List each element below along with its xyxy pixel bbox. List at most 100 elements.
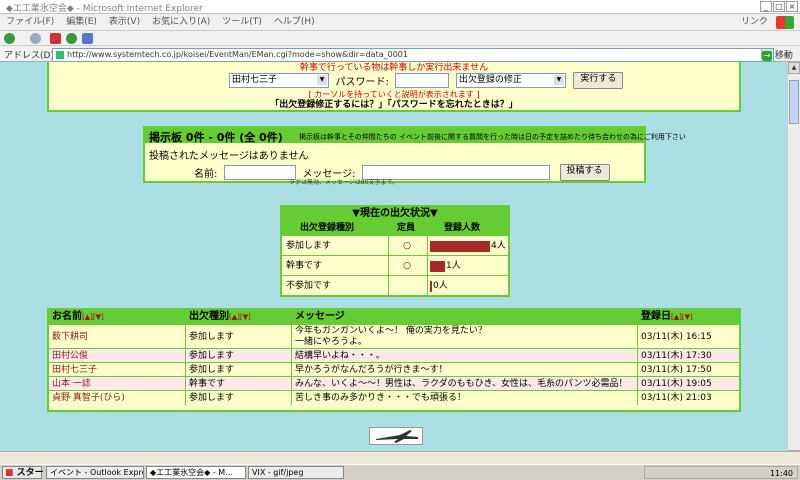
status-type: 参加します [286, 241, 332, 251]
count-bar [430, 260, 445, 272]
menu-view[interactable]: 表示(V) [109, 14, 140, 31]
page-icon [56, 51, 64, 59]
row-name[interactable]: 田村公俊 [49, 349, 185, 363]
action-select[interactable]: 出欠登録の修正 [455, 73, 566, 88]
row-message: みんな、いくよ～～！男性は、ラクダのももひき、女性は、毛糸のパンツ必需品！ [291, 377, 637, 391]
airplane-logo-icon[interactable] [369, 427, 423, 445]
status-capacity [388, 276, 425, 296]
maximize-button[interactable]: □ [773, 1, 785, 12]
system-tray: 11:40 [644, 466, 798, 479]
taskbar: ■ スタート イベント - Outlook Expre... ◆エ工業氷空会◆ … [0, 464, 800, 480]
page-content: 幹事で行っている物は幹事しか実行出来ません 田村七三子 パスワード: 出欠登録の… [0, 62, 787, 464]
row-date: 03/11(木) 19:05 [637, 377, 743, 391]
row-name[interactable]: 田村七三子 [49, 363, 185, 377]
vertical-scrollbar[interactable]: ▲ ▼ [787, 62, 800, 464]
status-title: ▼現在の出欠状況▼ [282, 207, 508, 221]
help-links[interactable]: 「出欠登録修正するには？」「パスワードを忘れたときは？」 [49, 97, 739, 110]
status-count: 4人 [427, 236, 506, 256]
row-type: 参加します [185, 325, 291, 349]
forward-icon[interactable] [30, 33, 41, 44]
menu-file[interactable]: ファイル(F) [6, 14, 54, 31]
table-row: 薮下耕司 参加します 今年もガンガンいくよ～！ 俺の実力を見たい？ 一緒にやろうよ… [49, 324, 739, 349]
row-message: 早かろうがなんだろうが行きま～す！ [291, 363, 637, 377]
status-bar [0, 451, 800, 464]
go-button[interactable]: → 移動 [762, 48, 796, 61]
table-row: 山本 一誌 幹事です みんな、いくよ～～！男性は、ラクダのももひき、女性は、毛糸… [49, 376, 739, 391]
menu-favorites[interactable]: お気に入り(A) [152, 14, 210, 31]
address-label: アドレス(D) [4, 51, 54, 61]
row-type: 幹事です [185, 377, 291, 391]
password-label: パスワード: [335, 77, 389, 88]
board-title: 掲示板 0件 - 0件 (全 0件) [149, 131, 283, 144]
row-type: 参加します [185, 391, 291, 405]
windows-logo-icon [776, 16, 794, 29]
menu-bar: ファイル(F) 編集(E) 表示(V) お気に入り(A) ツール(T) ヘルプ(H) リン… [0, 14, 800, 31]
messages-table: お名前[▲][▼] 出欠種別[▲][▼] メッセージ 登録日[▲][▼] 薮下耕… [47, 308, 741, 412]
menu-help[interactable]: ヘルプ(H) [274, 14, 315, 31]
count-bar [430, 240, 490, 252]
links-toolbar[interactable]: リンク [741, 14, 768, 31]
title-bar: ◆エ工業氷空会◆ - Microsoft Internet Explorer _… [0, 0, 800, 14]
sort-date-arrows[interactable]: [▲][▼] [671, 313, 693, 321]
start-button[interactable]: ■ スタート [2, 466, 53, 479]
post-button[interactable]: 投稿する [559, 164, 610, 181]
name-input[interactable] [223, 165, 296, 180]
task-vix[interactable]: VIX - gif/jpeg [248, 466, 344, 479]
header-capacity: 定員 [396, 223, 415, 233]
minimize-button[interactable]: _ [760, 1, 772, 12]
row-name[interactable]: 薮下耕司 [49, 325, 185, 349]
run-button[interactable]: 実行する [573, 72, 624, 89]
status-count: 0人 [427, 276, 448, 296]
close-button[interactable]: × [786, 1, 798, 12]
clock: 11:40 [769, 469, 793, 478]
back-icon[interactable] [4, 33, 15, 44]
menu-edit[interactable]: 編集(E) [66, 14, 97, 31]
header-count: 登録人数 [444, 223, 481, 233]
go-arrow-icon: → [762, 50, 772, 61]
row-date: 03/11(木) 17:50 [637, 363, 743, 377]
refresh-icon[interactable] [66, 33, 77, 44]
board-header: 掲示板 0件 - 0件 (全 0件) 掲示板は幹事とその仲間たちの イベント前後… [145, 128, 686, 144]
row-message: 結構早いよね・・・。 [291, 349, 637, 363]
status-row: 不参加です 0人 [282, 275, 508, 296]
row-name[interactable]: 山本 一誌 [49, 377, 185, 391]
table-row: 田村公俊 参加します 結構早いよね・・・。 03/11(木) 17:30 [49, 348, 739, 363]
address-bar: アドレス(D) http://www.systemtech.co.jp/kois… [0, 46, 800, 62]
row-message: 苦しき事のみ多かりき・・・でも頑張る！ [291, 391, 637, 405]
start-flag-icon: ■ [5, 468, 14, 478]
status-capacity: ○ [388, 256, 425, 276]
status-row: 参加します ○ 4人 [282, 235, 508, 256]
menu-tools[interactable]: ツール(T) [222, 14, 262, 31]
row-date: 03/11(木) 21:03 [637, 391, 743, 405]
status-header-row: 出欠登録種別 定員 登録人数 [282, 221, 508, 235]
scroll-thumb[interactable] [789, 80, 799, 124]
url-input[interactable]: http://www.systemtech.co.jp/koisei/Event… [52, 48, 774, 62]
login-panel: 幹事で行っている物は幹事しか実行出来ません 田村七三子 パスワード: 出欠登録の… [47, 62, 741, 112]
member-select[interactable]: 田村七三子 [229, 73, 329, 88]
header-type: 出欠種別[▲][▼] [185, 310, 291, 324]
row-date: 03/11(木) 16:15 [637, 325, 743, 349]
header-type: 出欠登録種別 [300, 223, 355, 233]
toolbar [0, 31, 800, 46]
status-row: 幹事です ○ 1人 [282, 255, 508, 276]
board-note: タグは無効、メッセージは80文字まで。 [289, 179, 399, 186]
board-description: 掲示板は幹事とその仲間たちの イベント前後に関する質問を行った時は日の予定を詰め… [299, 133, 686, 141]
stop-icon[interactable] [50, 33, 61, 44]
status-type: 不参加です [286, 281, 332, 291]
password-input[interactable] [395, 73, 450, 88]
home-icon[interactable] [82, 33, 93, 44]
row-name[interactable]: 貞野 真智子(ひら) [49, 391, 185, 405]
sort-type-arrows[interactable]: [▲][▼] [229, 313, 251, 321]
header-message: メッセージ [291, 310, 637, 324]
scroll-up-icon[interactable]: ▲ [788, 62, 800, 74]
messages-header: お名前[▲][▼] 出欠種別[▲][▼] メッセージ 登録日[▲][▼] [49, 310, 739, 324]
login-form: 田村七三子 パスワード: 出欠登録の修正 実行する [229, 72, 624, 89]
message-board: 掲示板 0件 - 0件 (全 0件) 掲示板は幹事とその仲間たちの イベント前後… [143, 126, 686, 186]
task-ie[interactable]: ◆エ工業氷空会◆ - M... [146, 466, 246, 479]
count-label: 0人 [433, 281, 448, 291]
header-name: お名前[▲][▼] [52, 311, 104, 322]
task-outlook[interactable]: イベント - Outlook Expre... [46, 466, 144, 479]
header-date: 登録日[▲][▼] [637, 310, 743, 324]
sort-name-arrows[interactable]: [▲][▼] [82, 313, 104, 321]
count-label: 4人 [491, 241, 506, 251]
